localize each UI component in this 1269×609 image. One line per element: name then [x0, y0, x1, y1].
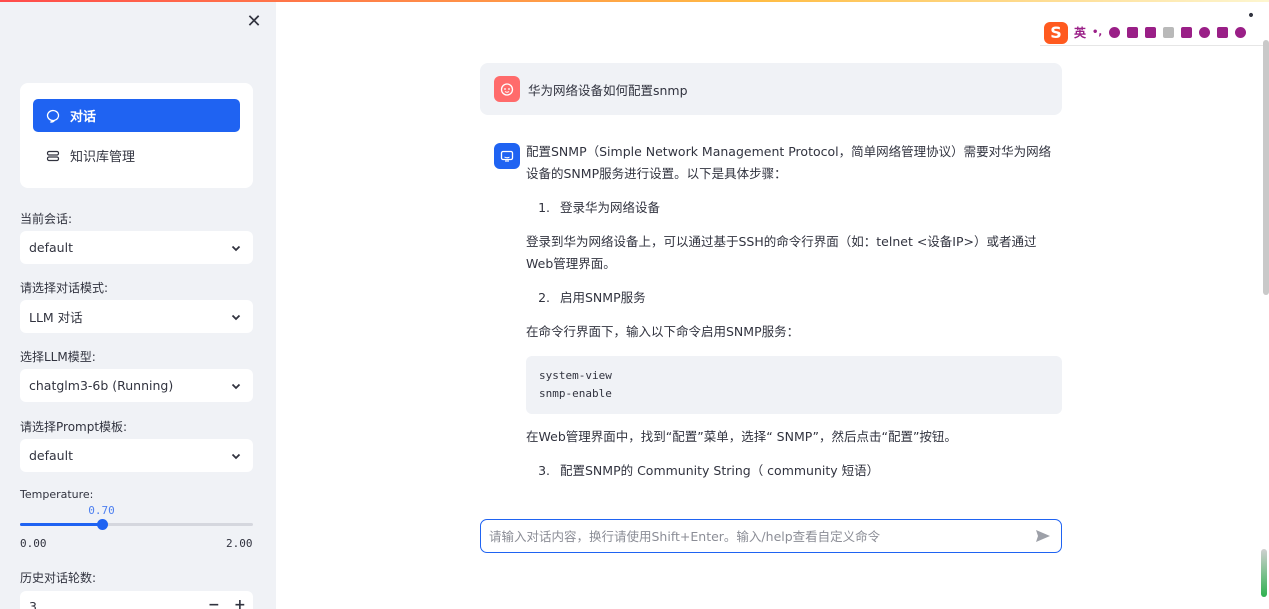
answer-step-2-body-2: 在Web管理界面中，找到“配置”菜单，选择“ SNMP”，然后点击“配置”按钮。 [526, 429, 957, 444]
settings-icon[interactable] [1235, 27, 1247, 38]
nav-item-label: 对话 [70, 110, 97, 125]
conversation-select[interactable]: default [20, 231, 253, 264]
sogou-logo-icon[interactable]: S [1044, 21, 1068, 44]
temperature-slider[interactable] [20, 519, 253, 530]
chevron-down-icon [231, 314, 241, 321]
keyboard-icon[interactable] [1145, 27, 1157, 38]
step-number: 1. [538, 200, 550, 215]
step-title: 登录华为网络设备 [560, 200, 661, 215]
database-icon [46, 149, 60, 163]
close-sidebar-button[interactable]: ✕ [245, 12, 263, 32]
chevron-down-icon [231, 245, 241, 252]
send-icon [1036, 530, 1050, 542]
decrement-button[interactable]: − [208, 597, 220, 609]
slider-fill [20, 523, 102, 526]
step-title: 配置SNMP的 Community String（ community 短语） [560, 463, 880, 478]
nav-item-chat[interactable]: 对话 [33, 99, 240, 132]
prompt-template-select[interactable]: default [20, 439, 253, 472]
ime-punctuation-toggle[interactable]: •, [1092, 27, 1102, 38]
step-number: 3. [538, 463, 550, 478]
step-title: 启用SNMP服务 [560, 290, 646, 305]
history-rounds-input[interactable]: 3 − + [20, 591, 253, 609]
send-button[interactable] [1033, 526, 1053, 546]
user-icon[interactable] [1163, 27, 1175, 38]
chat-input[interactable] [481, 521, 1033, 551]
prompt-template-value: default [29, 448, 73, 463]
llm-model-label: 选择LLM模型: [20, 350, 96, 364]
assistant-avatar-icon [494, 143, 520, 169]
answer-step-1-body: 登录到华为网络设备上，可以通过基于SSH的命令行界面（如：telnet <设备I… [526, 234, 1037, 271]
assistant-message: 配置SNMP（Simple Network Management Protoco… [526, 141, 1062, 482]
chevron-down-icon [231, 383, 241, 390]
user-message-text: 华为网络设备如何配置snmp [528, 82, 688, 98]
page-scrollbar[interactable] [1263, 40, 1269, 295]
nav-menu: 对话 知识库管理 [20, 83, 253, 188]
conversation-label: 当前会话: [20, 212, 73, 226]
history-rounds-label: 历史对话轮数: [20, 571, 97, 585]
top-accent-bar [0, 0, 1269, 2]
ime-toolbar: S 英 •, [1040, 20, 1269, 46]
dialogue-mode-select[interactable]: LLM 对话 [20, 300, 253, 333]
code-line: system-view [539, 369, 612, 382]
increment-button[interactable]: + [234, 597, 246, 609]
scroll-indicator [1261, 549, 1267, 597]
answer-intro: 配置SNMP（Simple Network Management Protoco… [526, 144, 1052, 181]
llm-model-value: chatglm3-6b (Running) [29, 378, 174, 393]
emoji-icon[interactable] [1109, 27, 1121, 38]
nav-item-knowledge-base[interactable]: 知识库管理 [33, 139, 240, 172]
ime-language-toggle[interactable]: 英 [1074, 24, 1086, 41]
sidebar: ✕ 对话 知识库管理 当前会话: default 请选择对话模式: LLM 对话… [0, 0, 276, 609]
apps-grid-icon[interactable] [1217, 27, 1229, 38]
temperature-label: Temperature: [20, 488, 94, 501]
step-number: 2. [538, 290, 550, 305]
temperature-value: 0.70 [88, 504, 115, 517]
code-line: snmp-enable [539, 387, 612, 400]
chat-input-box[interactable] [480, 519, 1062, 553]
temperature-min: 0.00 [20, 537, 47, 550]
chat-bubble-icon [46, 109, 60, 123]
skin-icon[interactable] [1181, 27, 1193, 38]
answer-step-3: 3. 配置SNMP的 Community String（ community 短… [526, 460, 1058, 482]
conversation-value: default [29, 240, 73, 255]
code-block: system-view snmp-enable [526, 356, 1062, 414]
temperature-max: 2.00 [226, 537, 253, 550]
user-avatar-icon [494, 76, 520, 102]
llm-model-select[interactable]: chatglm3-6b (Running) [20, 369, 253, 402]
scroll-fade [480, 500, 1062, 519]
slider-thumb[interactable] [96, 519, 108, 530]
nav-item-label: 知识库管理 [70, 150, 136, 165]
game-icon[interactable] [1199, 27, 1211, 38]
prompt-template-label: 请选择Prompt模板: [20, 420, 128, 434]
answer-step-2: 2. 启用SNMP服务 [526, 287, 1058, 309]
answer-step-2-body: 在命令行界面下，输入以下命令启用SNMP服务： [526, 324, 800, 339]
answer-step-1: 1. 登录华为网络设备 [526, 197, 1058, 219]
dialogue-mode-value: LLM 对话 [29, 310, 83, 325]
user-message: 华为网络设备如何配置snmp [480, 63, 1062, 115]
history-rounds-value: 3 [29, 599, 37, 609]
microphone-icon[interactable] [1127, 27, 1139, 38]
chevron-down-icon [231, 453, 241, 460]
dialogue-mode-label: 请选择对话模式: [20, 281, 109, 295]
